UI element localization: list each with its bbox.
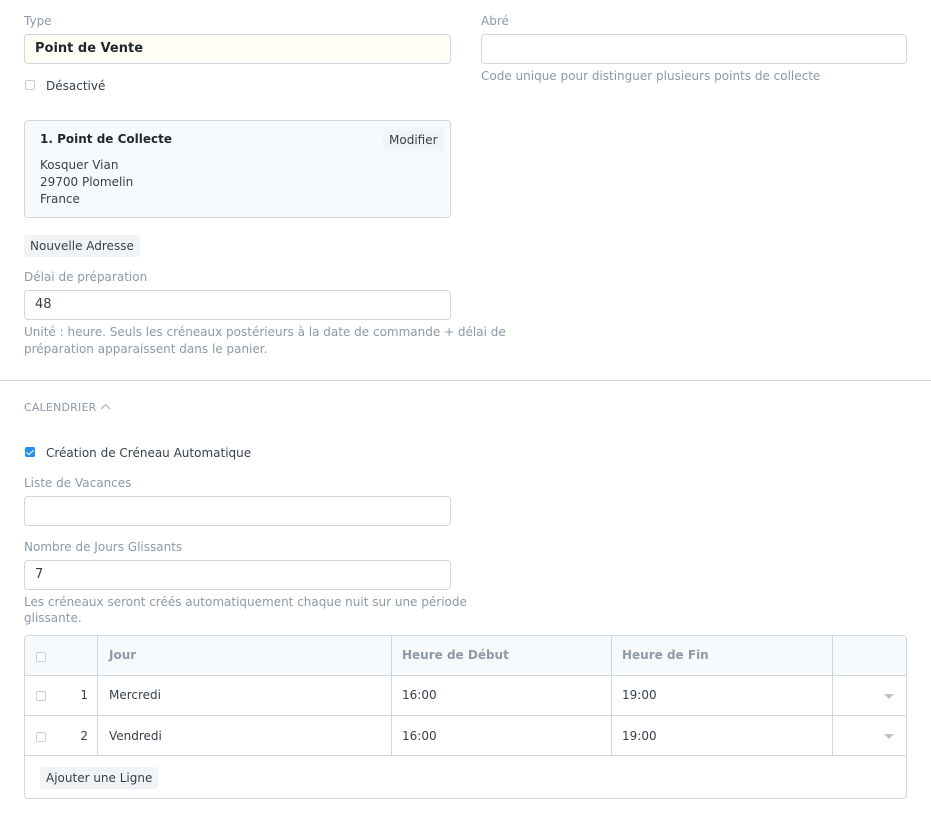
table-row[interactable]: 2 Vendredi 16:00 19:00 <box>25 716 906 756</box>
row-index: 1 <box>80 688 88 702</box>
address-title: 1. Point de Collecte <box>40 132 173 146</box>
row-checkbox[interactable] <box>36 691 46 701</box>
row-start[interactable]: 16:00 <box>402 729 437 743</box>
prep-delay-input[interactable]: 48 <box>24 290 451 320</box>
prep-delay-label: Délai de préparation <box>24 270 148 284</box>
row-expand-icon[interactable] <box>884 694 894 699</box>
row-end[interactable]: 19:00 <box>622 729 657 743</box>
abbr-help: Code unique pour distinguer plusieurs po… <box>481 69 821 83</box>
abbr-input[interactable] <box>481 34 907 64</box>
row-start[interactable]: 16:00 <box>402 688 437 702</box>
row-day[interactable]: Vendredi <box>109 729 162 743</box>
rolling-days-input[interactable]: 7 <box>24 560 451 590</box>
add-row-button[interactable]: Ajouter une Ligne <box>40 767 159 789</box>
row-expand-icon[interactable] <box>884 734 894 739</box>
header-end: Heure de Fin <box>622 648 709 662</box>
edit-address-button[interactable]: Modifier <box>383 129 444 151</box>
disabled-label: Désactivé <box>46 79 106 93</box>
disabled-checkbox[interactable] <box>25 80 35 90</box>
type-label: Type <box>24 14 52 28</box>
address-line-2: 29700 Plomelin <box>40 175 134 189</box>
rolling-days-help-line-1: Les créneaux seront créés automatiquemen… <box>24 595 467 609</box>
row-day[interactable]: Mercredi <box>109 688 161 702</box>
prep-delay-help-line-2: préparation apparaissent dans le panier. <box>24 342 268 356</box>
prep-delay-help-line-1: Unité : heure. Seuls les créneaux postér… <box>24 325 506 339</box>
slots-table: Jour Heure de Début Heure de Fin 1 Mercr… <box>24 635 907 799</box>
auto-slot-label: Création de Créneau Automatique <box>46 446 252 460</box>
rolling-days-label: Nombre de Jours Glissants <box>24 540 183 554</box>
calendar-section-title[interactable]: CALENDRIER <box>24 401 96 414</box>
header-start: Heure de Début <box>402 648 509 662</box>
row-end[interactable]: 19:00 <box>622 688 657 702</box>
chevron-up-icon[interactable] <box>100 403 111 410</box>
type-field[interactable]: Point de Vente <box>24 34 451 64</box>
row-checkbox[interactable] <box>36 732 46 742</box>
holidays-input[interactable] <box>24 496 451 526</box>
address-line-3: France <box>40 192 80 206</box>
new-address-button[interactable]: Nouvelle Adresse <box>24 235 140 257</box>
auto-slot-checkbox[interactable] <box>25 447 35 457</box>
address-line-1: Kosquer Vian <box>40 158 119 172</box>
select-all-checkbox[interactable] <box>36 652 46 662</box>
holidays-label: Liste de Vacances <box>24 476 132 490</box>
rolling-days-help-line-2: glissante. <box>24 611 82 625</box>
row-index: 2 <box>80 729 88 743</box>
section-divider <box>0 380 931 381</box>
address-card: 1. Point de Collecte Modifier Kosquer Vi… <box>24 120 451 218</box>
table-row[interactable]: 1 Mercredi 16:00 19:00 <box>25 676 906 716</box>
abbr-label: Abré <box>481 14 509 28</box>
header-day: Jour <box>109 648 137 662</box>
table-header-row: Jour Heure de Début Heure de Fin <box>25 636 906 676</box>
